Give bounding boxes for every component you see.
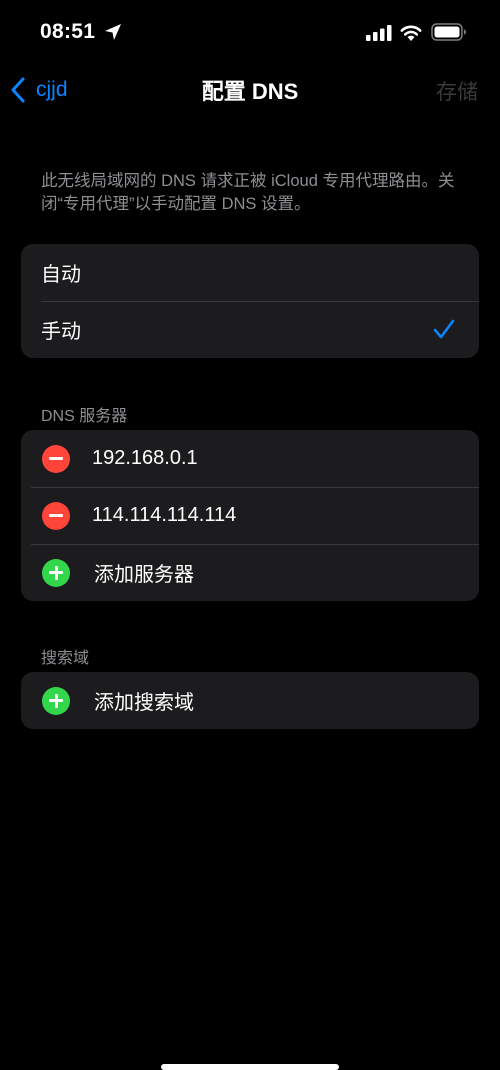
search-domains-header: 搜索域	[41, 650, 90, 667]
dns-servers-group: 192.168.0.1 114.114.114.114 添加服务器	[21, 430, 479, 601]
add-server-label: 添加服务器	[94, 564, 194, 586]
dns-server-address[interactable]: 114.114.114.114	[92, 504, 236, 527]
status-bar: 08:51	[0, 0, 500, 64]
dns-server-row[interactable]: 192.168.0.1	[21, 430, 479, 487]
dns-servers-header: DNS 服务器	[41, 408, 128, 425]
mode-option-manual[interactable]: 手动	[21, 301, 479, 358]
wifi-icon	[400, 25, 422, 41]
location-arrow-icon	[105, 24, 121, 40]
plus-circle-icon[interactable]	[42, 558, 70, 587]
home-indicator	[161, 1064, 339, 1070]
dns-mode-group: 自动 手动	[21, 244, 479, 358]
navigation-bar: cjjd 配置 DNS 存储	[0, 64, 500, 114]
private-relay-notice: 此无线局域网的 DNS 请求正被 iCloud 专用代理路由。关闭“专用代理”以…	[41, 172, 455, 213]
status-time: 08:51	[40, 20, 96, 43]
dns-server-address[interactable]: 192.168.0.1	[92, 447, 198, 470]
checkmark-icon	[433, 319, 455, 339]
cellular-signal-icon	[366, 25, 392, 41]
battery-icon	[431, 23, 466, 41]
save-button[interactable]: 存储	[436, 76, 478, 106]
mode-option-automatic[interactable]: 自动	[21, 244, 479, 301]
page-title: 配置 DNS	[201, 79, 299, 104]
search-domains-group: 添加搜索域	[21, 672, 479, 729]
plus-circle-icon[interactable]	[42, 686, 70, 715]
add-search-domain-button[interactable]: 添加搜索域	[21, 672, 479, 729]
add-server-button[interactable]: 添加服务器	[21, 544, 479, 601]
minus-circle-icon[interactable]	[42, 444, 70, 473]
dns-server-row[interactable]: 114.114.114.114	[21, 487, 479, 544]
add-search-domain-label: 添加搜索域	[94, 692, 194, 714]
mode-option-label: 手动	[41, 321, 81, 343]
minus-circle-icon[interactable]	[42, 501, 70, 530]
mode-option-label: 自动	[41, 264, 81, 286]
